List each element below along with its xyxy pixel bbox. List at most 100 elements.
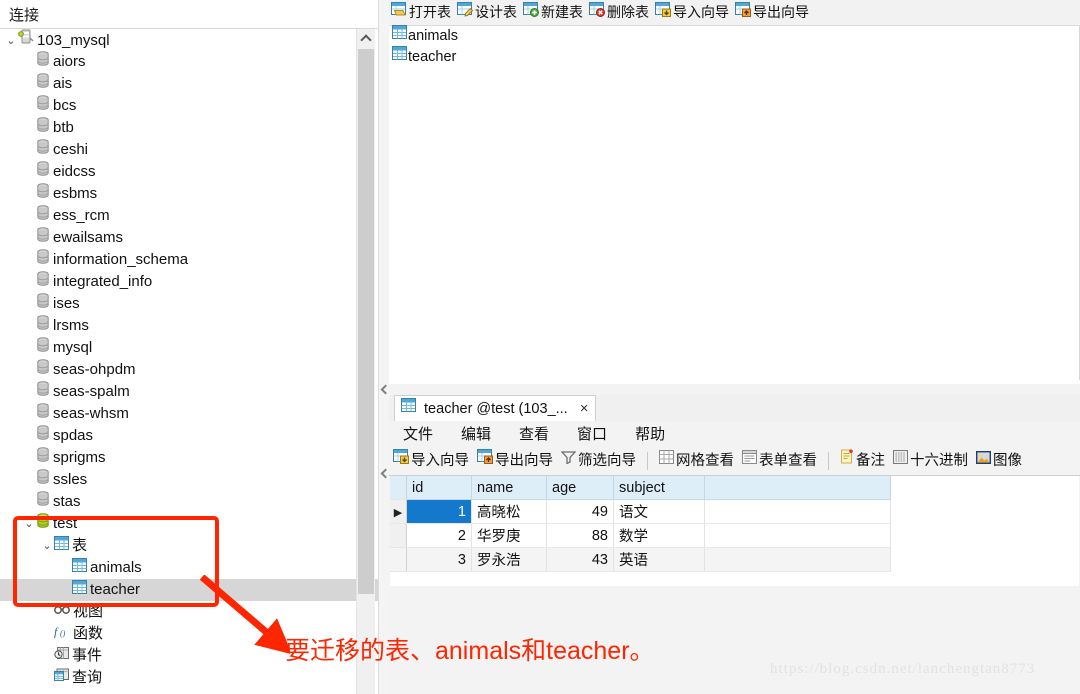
database-icon [36, 381, 50, 403]
editor-toolbar: 导入向导 导出向导 筛选向导 网格查看 表单查看 备注 十六进制 图像 [389, 448, 1080, 476]
toolbar-button-label: 删除表 [607, 4, 649, 20]
cell-age[interactable]: 88 [546, 523, 614, 548]
menu-item-4[interactable]: 帮助 [621, 421, 679, 448]
menu-item-2[interactable]: 查看 [505, 421, 563, 448]
cell-name[interactable]: 华罗庚 [471, 523, 547, 548]
scrollbar-thumb[interactable] [358, 49, 374, 594]
splitter-collapse-arrow-icon-2[interactable] [380, 468, 388, 480]
annotation-arrow-icon [200, 575, 290, 655]
tree-item-mysql[interactable]: mysql [0, 337, 378, 359]
tree-item-ewailsams[interactable]: ewailsams [0, 227, 378, 249]
export-wizard-icon [477, 447, 493, 474]
tree-item-integrated_info[interactable]: integrated_info [0, 271, 378, 293]
cell-id[interactable]: 3 [406, 547, 472, 572]
object-list-item-teacher[interactable]: teacher [389, 45, 1079, 68]
toolbar-button-label: 设计表 [475, 4, 517, 20]
editor-toolbar-button-import-wizard[interactable]: 导入向导 [389, 448, 473, 475]
column-header-name[interactable]: name [471, 476, 547, 500]
tree-item-ssles[interactable]: ssles [0, 469, 378, 491]
tree-item-ises[interactable]: ises [0, 293, 378, 315]
delete-table-icon [589, 0, 605, 25]
menu-item-1[interactable]: 编辑 [447, 421, 505, 448]
editor-toolbar-button-image[interactable]: 图像 [972, 448, 1026, 475]
toolbar-button-design-table[interactable]: 设计表 [455, 0, 521, 25]
cell-age[interactable]: 43 [546, 547, 614, 572]
tree-item-eidcss[interactable]: eidcss [0, 161, 378, 183]
cell-name[interactable]: 罗永浩 [471, 547, 547, 572]
toolbar-button-import-wizard[interactable]: 导入向导 [653, 0, 733, 25]
data-grid[interactable]: id name age subject ▶ 1 高晓松 49 语文 2 华罗庚 88 数学 3 罗永… [390, 476, 1079, 586]
editor-toolbar-button-export-wizard[interactable]: 导出向导 [473, 448, 557, 475]
editor-tab-teacher[interactable]: teacher @test (103_... × [394, 395, 596, 423]
table-row[interactable]: 2 华罗庚 88 数学 [390, 523, 891, 548]
tree-item-label: 查询 [72, 669, 103, 687]
tree-item-spdas[interactable]: spdas [0, 425, 378, 447]
tree-item-bcs[interactable]: bcs [0, 95, 378, 117]
editor-toolbar-button-filter-wizard[interactable]: 筛选向导 [557, 448, 640, 475]
scroll-up-arrow-icon[interactable] [357, 29, 375, 47]
tree-item-label: ewailsams [53, 229, 124, 247]
table-row[interactable]: 3 罗永浩 43 英语 [390, 547, 891, 572]
object-list[interactable]: animals teacher [389, 24, 1080, 380]
chevron-down-icon[interactable]: ⌄ [4, 30, 18, 52]
cell-name[interactable]: 高晓松 [471, 499, 547, 524]
cell-subject[interactable]: 数学 [613, 523, 705, 548]
splitter-collapse-arrow-icon[interactable] [380, 384, 388, 396]
cell-age[interactable]: 49 [546, 499, 614, 524]
tree-item-103_mysql[interactable]: ⌄ 103_mysql [0, 29, 378, 51]
row-selector[interactable]: ▶ [390, 499, 407, 524]
toolbar-button-open-table[interactable]: 打开表 [389, 0, 455, 25]
column-header-id[interactable]: id [406, 476, 472, 500]
menu-item-3[interactable]: 窗口 [563, 421, 621, 448]
editor-toolbar-button-label: 导入向导 [411, 453, 469, 469]
tree-item-ess_rcm[interactable]: ess_rcm [0, 205, 378, 227]
tree-vertical-scrollbar[interactable] [356, 29, 375, 694]
row-selector[interactable] [390, 547, 407, 572]
table-icon [392, 24, 407, 46]
object-list-item-animals[interactable]: animals [389, 24, 1079, 47]
editor-toolbar-button-grid-view[interactable]: 网格查看 [655, 448, 738, 475]
tree-item-label: ais [53, 75, 73, 93]
editor-toolbar-button-form-view[interactable]: 表单查看 [738, 448, 821, 475]
menu-item-0[interactable]: 文件 [389, 421, 447, 448]
toolbar-button-label: 新建表 [541, 4, 583, 20]
database-icon [36, 293, 50, 315]
row-selector[interactable] [390, 523, 407, 548]
table-icon [401, 395, 416, 421]
tree-item-ais[interactable]: ais [0, 73, 378, 95]
tree-item-ceshi[interactable]: ceshi [0, 139, 378, 161]
tree-item-stas[interactable]: stas [0, 491, 378, 513]
cell-subject[interactable]: 英语 [613, 547, 705, 572]
cell-id[interactable]: 1 [406, 499, 472, 524]
cell-id[interactable]: 2 [406, 523, 472, 548]
tree-item-sprigms[interactable]: sprigms [0, 447, 378, 469]
editor-toolbar-button-memo[interactable]: 备注 [836, 448, 889, 475]
toolbar-separator [828, 452, 829, 470]
tree-item-information_schema[interactable]: information_schema [0, 249, 378, 271]
table-row[interactable]: ▶ 1 高晓松 49 语文 [390, 499, 891, 524]
toolbar-button-delete-table[interactable]: 删除表 [587, 0, 653, 25]
toolbar-button-label: 导出向导 [753, 4, 809, 20]
column-header-age[interactable]: age [546, 476, 614, 500]
editor-toolbar-button-hex[interactable]: 十六进制 [889, 448, 972, 475]
tree-item-seas-whsm[interactable]: seas-whsm [0, 403, 378, 425]
close-icon[interactable]: × [580, 396, 589, 422]
tree-item-lrsms[interactable]: lrsms [0, 315, 378, 337]
tree-item-esbms[interactable]: esbms [0, 183, 378, 205]
database-icon [36, 139, 50, 161]
form-view-icon [742, 447, 757, 474]
tree-item-label: ess_rcm [53, 207, 110, 225]
tree-item-seas-spalm[interactable]: seas-spalm [0, 381, 378, 403]
tree-item-btb[interactable]: btb [0, 117, 378, 139]
cell-subject[interactable]: 语文 [613, 499, 705, 524]
toolbar-button-new-table[interactable]: 新建表 [521, 0, 587, 25]
connection-icon [18, 29, 34, 52]
tree-item-label: aiors [53, 53, 86, 71]
connections-header: 连接 [0, 0, 378, 29]
toolbar-button-export-wizard[interactable]: 导出向导 [733, 0, 813, 25]
column-header-subject[interactable]: subject [613, 476, 705, 500]
cell-filler [704, 523, 891, 548]
tree-item-aiors[interactable]: aiors [0, 51, 378, 73]
tree-item-seas-ohpdm[interactable]: seas-ohpdm [0, 359, 378, 381]
tree-item-查询[interactable]: 查询 [0, 667, 378, 689]
